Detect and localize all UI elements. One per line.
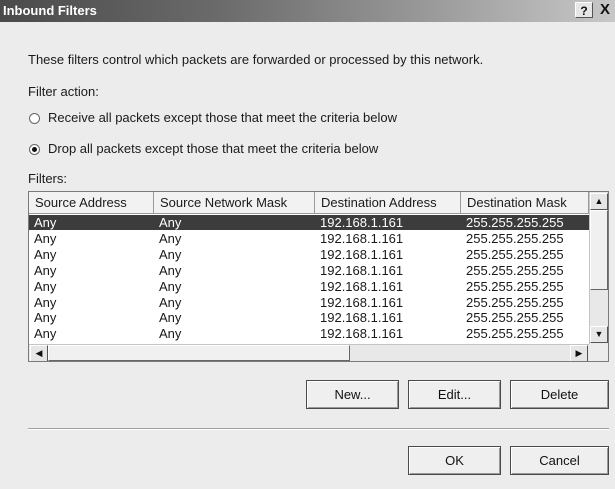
table-cell: 255.255.255.255 xyxy=(466,278,564,294)
scroll-up-icon[interactable]: ▲ xyxy=(590,193,608,210)
filter-action-label: Filter action: xyxy=(28,84,99,99)
help-button[interactable]: ? xyxy=(575,2,593,18)
table-cell: Any xyxy=(159,278,182,294)
filters-list[interactable]: Source Address Source Network Mask Desti… xyxy=(28,191,609,362)
title-bar: Inbound Filters ? X xyxy=(0,0,615,22)
column-source-network-mask[interactable]: Source Network Mask xyxy=(154,192,315,214)
new-button[interactable]: New... xyxy=(306,380,399,409)
filters-list-header: Source Address Source Network Mask Desti… xyxy=(29,192,589,214)
table-cell: Any xyxy=(159,230,182,246)
scroll-right-icon[interactable]: ▶ xyxy=(570,345,588,361)
table-cell: Any xyxy=(34,294,57,310)
edit-button[interactable]: Edit... xyxy=(408,380,501,409)
window-title: Inbound Filters xyxy=(3,3,97,18)
filters-label: Filters: xyxy=(28,171,67,186)
description-text: These filters control which packets are … xyxy=(28,52,484,67)
table-cell: 192.168.1.161 xyxy=(320,246,404,262)
column-destination-address[interactable]: Destination Address xyxy=(315,192,461,214)
horizontal-scrollbar[interactable]: ◀ ▶ xyxy=(29,344,589,361)
table-cell: 192.168.1.161 xyxy=(320,215,404,230)
table-row[interactable]: Any Any 192.168.1.161 255.255.255.255 xyxy=(29,263,589,278)
close-button[interactable]: X xyxy=(596,2,614,18)
table-cell: Any xyxy=(34,246,57,262)
table-cell: 255.255.255.255 xyxy=(466,262,564,278)
radio-receive-label[interactable]: Receive all packets except those that me… xyxy=(48,110,397,125)
table-row[interactable]: Any Any 192.168.1.161 255.255.255.255 xyxy=(29,247,589,262)
table-cell: 192.168.1.161 xyxy=(320,294,404,310)
radio-drop[interactable] xyxy=(29,144,40,155)
vertical-scrollbar[interactable]: ▲ ▼ xyxy=(589,192,608,344)
table-row[interactable]: Any Any 192.168.1.161 255.255.255.255 xyxy=(29,295,589,310)
column-source-address[interactable]: Source Address xyxy=(29,192,154,214)
vertical-scroll-thumb[interactable] xyxy=(590,210,608,290)
scroll-left-icon[interactable]: ◀ xyxy=(30,345,48,361)
table-cell: Any xyxy=(159,310,182,326)
table-cell: 255.255.255.255 xyxy=(466,294,564,310)
scrollbar-corner xyxy=(589,344,608,361)
table-cell: Any xyxy=(34,215,57,230)
horizontal-scroll-thumb[interactable] xyxy=(48,345,350,361)
table-row[interactable]: Any Any 192.168.1.161 255.255.255.255 xyxy=(29,231,589,246)
column-destination-mask[interactable]: Destination Mask xyxy=(461,192,589,214)
table-cell: 255.255.255.255 xyxy=(466,246,564,262)
table-cell: 192.168.1.161 xyxy=(320,230,404,246)
scroll-down-icon[interactable]: ▼ xyxy=(590,326,608,343)
table-cell: 192.168.1.161 xyxy=(320,326,404,342)
table-cell: Any xyxy=(34,230,57,246)
delete-button[interactable]: Delete xyxy=(510,380,609,409)
separator-highlight xyxy=(28,429,609,430)
table-cell: 192.168.1.161 xyxy=(320,310,404,326)
table-cell: Any xyxy=(34,278,57,294)
table-row[interactable]: Any Any 192.168.1.161 255.255.255.255 xyxy=(29,326,589,341)
table-cell: 255.255.255.255 xyxy=(466,215,564,230)
radio-drop-label[interactable]: Drop all packets except those that meet … xyxy=(48,141,378,156)
table-cell: 192.168.1.161 xyxy=(320,278,404,294)
table-row[interactable]: Any Any 192.168.1.161 255.255.255.255 xyxy=(29,310,589,325)
table-cell: 255.255.255.255 xyxy=(466,310,564,326)
table-cell: Any xyxy=(159,326,182,342)
table-cell: Any xyxy=(159,246,182,262)
table-cell: Any xyxy=(34,310,57,326)
ok-button[interactable]: OK xyxy=(408,446,501,475)
table-row[interactable]: Any Any 192.168.1.161 255.255.255.255 xyxy=(29,279,589,294)
table-cell: 255.255.255.255 xyxy=(466,230,564,246)
table-cell: 192.168.1.161 xyxy=(320,262,404,278)
cancel-button[interactable]: Cancel xyxy=(510,446,609,475)
table-cell: Any xyxy=(34,326,57,342)
table-row[interactable]: Any Any 192.168.1.161 255.255.255.255 xyxy=(29,215,589,230)
table-cell: Any xyxy=(159,294,182,310)
table-cell: 255.255.255.255 xyxy=(466,326,564,342)
table-cell: Any xyxy=(159,215,182,230)
radio-receive[interactable] xyxy=(29,113,40,124)
table-cell: Any xyxy=(34,262,57,278)
table-cell: Any xyxy=(159,262,182,278)
